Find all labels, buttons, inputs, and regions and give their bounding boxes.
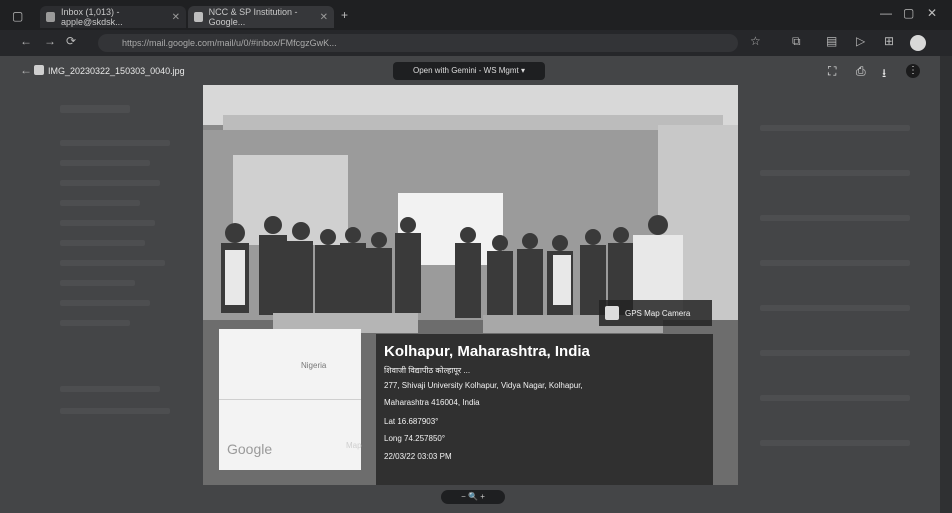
google-logo: Google [227,441,273,457]
ghost-line [60,220,155,226]
forward-icon[interactable]: → [44,34,56,48]
image-file-icon [34,65,44,75]
back-icon[interactable]: ← [20,34,32,48]
ghost-line [760,260,910,266]
download-icon[interactable]: ⭳ [882,64,886,85]
map-road-line [219,399,361,400]
tab-label: NCC & SP Institution - Google... [208,7,298,27]
ghost-line [60,408,170,414]
print-icon[interactable]: ⎙ [856,64,866,79]
bookmark-icon[interactable]: ☆ [750,34,761,48]
ghost-line [760,170,910,176]
profile-avatar[interactable] [910,35,926,51]
close-tab-icon[interactable]: ✕ [320,12,328,23]
timestamp: 22/03/22 03:03 PM [384,452,452,461]
open-with-button[interactable]: Open with Gemini - WS Mgmt ▾ [393,62,545,80]
new-tab-icon[interactable]: + [341,8,348,22]
gmail-favicon-icon [46,12,56,22]
tab-label: Inbox (1,013) - apple@skdsk... [61,7,123,27]
ghost-line [60,280,135,286]
ghost-line [60,140,170,146]
ghost-line [60,160,150,166]
gps-badge-label: GPS Map Camera [625,308,691,318]
add-to-drive-icon[interactable]: ⛶ [828,64,836,79]
latitude: Lat 16.687903° [384,417,439,426]
ghost-line [60,180,160,186]
close-viewer-icon[interactable]: ← [20,63,32,77]
address-bar-row: https://mail.google.com/mail/u/0/#inbox/… [0,30,952,56]
map-pin-icon [605,306,619,320]
ghost-line [60,386,160,392]
zoom-controls[interactable]: − 🔍 + [441,490,505,504]
ghost-line [760,125,910,131]
side-panel-strip [940,56,952,513]
gps-camera-badge: GPS Map Camera [599,300,712,326]
map-thumbnail: Nigeria Google [219,329,361,470]
ghost-line [60,240,145,246]
window-menu-icon[interactable]: ▢ [12,9,23,23]
media-icon[interactable]: ▷ [856,34,865,48]
ghost-line [60,300,150,306]
ghost-line [760,215,910,221]
ghost-line [760,305,910,311]
ghost-line [760,395,910,401]
ghost-line [60,320,130,326]
address-line-1: 277, Shivaji University Kolhapur, Vidya … [384,381,583,390]
ghost-line [760,350,910,356]
url-field[interactable]: https://mail.google.com/mail/u/0/#inbox/… [98,34,738,52]
close-tab-icon[interactable]: ✕ [172,12,180,23]
extensions-icon[interactable]: ⧉ [792,34,801,49]
location-title: Kolhapur, Maharashtra, India [384,343,590,360]
map-side-label: Map [346,441,362,450]
address-line-2: Maharashtra 416004, India [384,398,480,407]
longitude: Long 74.257850° [384,434,446,443]
map-place-label: Nigeria [301,361,327,370]
tab-institution[interactable]: NCC & SP Institution - Google... ✕ [188,6,334,28]
reload-icon[interactable]: ⟳ [66,34,76,48]
more-options-icon[interactable]: ⋮ [906,64,920,78]
split-view-icon[interactable]: ▤ [826,34,837,48]
ghost-line [60,260,165,266]
ghost-line [760,440,910,446]
address-local: शिवाजी विद्यापीठ कोल्हापूर ... [384,366,471,375]
minimize-icon[interactable]: — [880,6,892,20]
doc-favicon-icon [194,12,203,22]
file-name: IMG_20230322_150303_0040.jpg [48,66,185,76]
ghost-line [60,200,140,206]
ghost-line [60,105,130,113]
tab-inbox[interactable]: Inbox (1,013) - apple@skdsk... ✕ [40,6,186,28]
close-window-icon[interactable]: ✕ [927,6,937,20]
apps-icon[interactable]: ⊞ [884,34,894,48]
maximize-icon[interactable]: ▢ [903,6,914,20]
